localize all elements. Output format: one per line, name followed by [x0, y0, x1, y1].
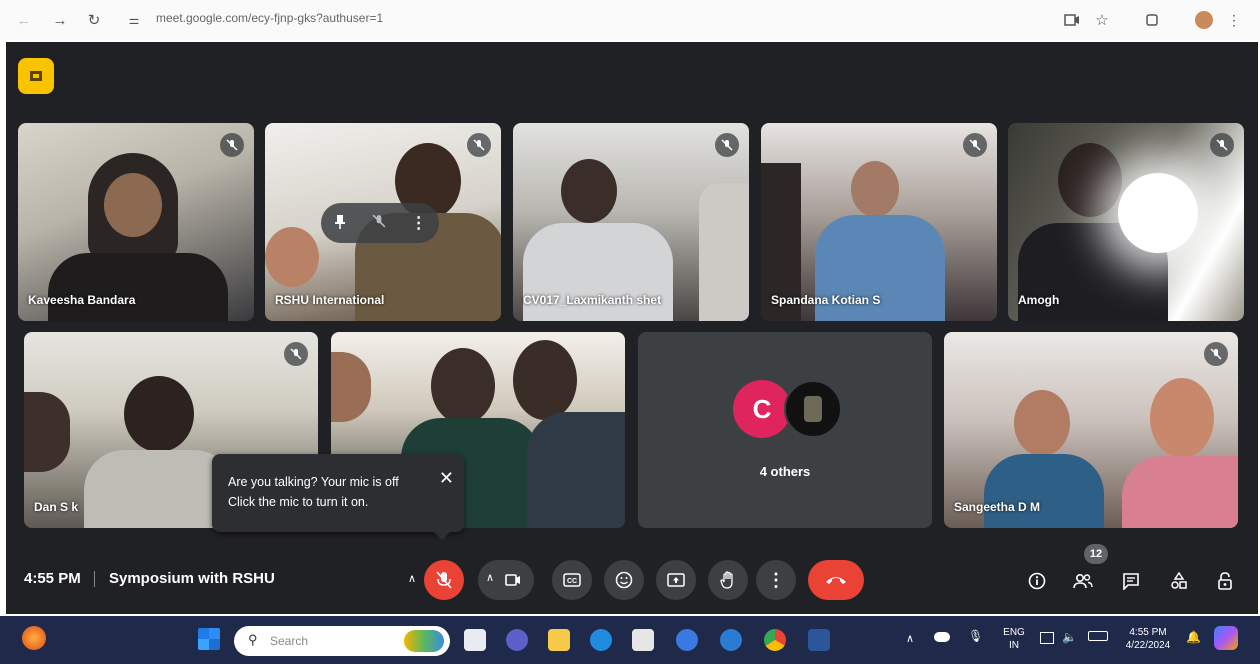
app-icon[interactable]	[720, 629, 742, 651]
avatar	[784, 380, 842, 438]
host-controls-icon[interactable]	[1212, 568, 1238, 594]
controls-bar: 4:55 PM Symposium with RSHU ∧ ∧ CC ⋮ 12	[6, 544, 1258, 614]
chevron-up-icon[interactable]: ∧	[408, 572, 416, 585]
others-tile[interactable]: C 4 others	[638, 332, 932, 528]
clock-time: 4:55 PM	[1129, 627, 1167, 638]
mic-muted-icon	[372, 214, 386, 233]
reload-icon[interactable]: ↻	[82, 8, 106, 32]
chrome-icon[interactable]	[764, 629, 786, 651]
meeting-title: Symposium with RSHU	[109, 570, 275, 587]
mic-muted-icon	[963, 133, 987, 157]
word-icon[interactable]	[808, 629, 830, 651]
back-icon[interactable]: ←	[12, 8, 36, 32]
participant-tile[interactable]: Kaveesha Bandara	[18, 123, 254, 321]
meet-status-badge[interactable]	[18, 58, 54, 94]
participant-name: Sangeetha D M	[954, 500, 1041, 514]
clock-date: 4/22/2024	[1125, 640, 1171, 651]
raise-hand-button[interactable]	[708, 560, 748, 600]
tooltip-line: Are you talking? Your mic is off	[228, 475, 399, 489]
copilot-icon[interactable]	[1214, 626, 1238, 650]
more-options-button[interactable]: ⋮	[756, 560, 796, 600]
search-icon: ⚲	[248, 632, 258, 647]
close-icon[interactable]: ✕	[439, 468, 454, 488]
profile-avatar[interactable]	[1192, 8, 1216, 32]
leave-call-button[interactable]	[808, 560, 864, 600]
activities-icon[interactable]	[1166, 568, 1192, 594]
browser-toolbar: ← → ↻ ⚌ meet.google.com/ecy-fjnp-gks?aut…	[0, 0, 1260, 40]
participant-tile[interactable]: Spandana Kotian S	[761, 123, 997, 321]
camera-icon[interactable]	[1060, 8, 1084, 32]
store-icon[interactable]	[632, 629, 654, 651]
edge-icon[interactable]	[590, 629, 612, 651]
participant-name: Dan S k	[34, 500, 79, 514]
chat-icon[interactable]	[1118, 568, 1144, 594]
system-clock[interactable]: 4:55 PM 4/22/2024	[1118, 626, 1178, 652]
participant-tile[interactable]: Sangeetha D M	[944, 332, 1238, 528]
forward-icon[interactable]: →	[48, 8, 72, 32]
mic-off-tooltip: Are you talking? Your mic is off Click t…	[212, 454, 464, 540]
people-count-badge: 12	[1084, 544, 1108, 564]
participant-tile[interactable]: ⋮ RSHU International	[265, 123, 501, 321]
volume-icon[interactable]: 🔈	[1062, 631, 1077, 644]
pin-icon[interactable]	[333, 214, 347, 233]
others-label: 4 others	[759, 464, 811, 479]
onedrive-icon[interactable]	[934, 632, 950, 642]
site-settings-icon[interactable]: ⚌	[122, 8, 146, 32]
captions-button[interactable]: CC	[552, 560, 592, 600]
meet-window: Kaveesha Bandara ⋮ RSHU International CV…	[6, 42, 1258, 614]
people-icon[interactable]	[1070, 568, 1096, 594]
svg-text:CC: CC	[567, 578, 577, 585]
participant-name: Amogh	[1018, 293, 1060, 307]
chevron-up-icon[interactable]: ∧	[486, 571, 494, 584]
divider	[94, 571, 95, 587]
participant-tile[interactable]: Amogh	[1008, 123, 1244, 321]
participant-name: CV017_Laxmikanth shet	[523, 293, 662, 307]
present-screen-button[interactable]	[656, 560, 696, 600]
avatar: C	[733, 380, 791, 438]
mic-muted-icon	[715, 133, 739, 157]
taskbar-search-input[interactable]: ⚲ Search	[234, 626, 450, 656]
teams-icon[interactable]	[506, 629, 528, 651]
search-placeholder: Search	[270, 634, 309, 648]
file-explorer-icon[interactable]	[548, 629, 570, 651]
meeting-info-icon[interactable]	[1024, 568, 1050, 594]
network-icon[interactable]	[1040, 632, 1054, 644]
lang-region: IN	[1009, 640, 1019, 651]
mic-toggle-button[interactable]	[424, 560, 464, 600]
mic-muted-icon	[1204, 342, 1228, 366]
app-icon[interactable]	[676, 629, 698, 651]
task-view-icon[interactable]	[464, 629, 486, 651]
tooltip-line: Click the mic to turn it on.	[228, 495, 369, 509]
windows-start-icon[interactable]	[198, 628, 220, 650]
notifications-bell-icon[interactable]: 🔔	[1186, 631, 1201, 644]
emoji-reaction-button[interactable]	[604, 560, 644, 600]
language-indicator[interactable]: ENG IN	[1000, 626, 1028, 652]
mic-muted-icon	[1210, 133, 1234, 157]
bookmark-star-icon[interactable]: ☆	[1090, 8, 1114, 32]
address-bar[interactable]: meet.google.com/ecy-fjnp-gks?authuser=1	[156, 11, 383, 25]
menu-kebab-icon[interactable]: ⋮	[1222, 8, 1246, 32]
participant-name: Spandana Kotian S	[771, 293, 881, 307]
participant-name: RSHU International	[275, 293, 385, 307]
more-options-icon[interactable]: ⋮	[411, 213, 427, 233]
meeting-clock: 4:55 PM	[24, 570, 81, 587]
extensions-icon[interactable]	[1140, 8, 1164, 32]
battery-icon[interactable]	[1088, 631, 1108, 641]
tile-hover-controls: ⋮	[321, 203, 439, 243]
camera-toggle-button[interactable]: ∧	[478, 560, 534, 600]
mic-muted-icon	[284, 342, 308, 366]
participant-name: Kaveesha Bandara	[28, 293, 136, 307]
search-highlight-icon	[404, 630, 444, 652]
participant-tile[interactable]: CV017_Laxmikanth shet	[513, 123, 749, 321]
microphone-icon[interactable]: 🎙	[968, 630, 983, 643]
weather-widget-icon[interactable]	[22, 626, 46, 650]
mic-muted-icon	[220, 133, 244, 157]
windows-taskbar: ⚲ Search ∧ 🎙 ENG IN 🔈 4:55 PM 4/22/2024 …	[0, 616, 1260, 664]
lang-code: ENG	[1003, 627, 1025, 638]
chevron-up-icon[interactable]: ∧	[906, 633, 914, 646]
mic-muted-icon	[467, 133, 491, 157]
